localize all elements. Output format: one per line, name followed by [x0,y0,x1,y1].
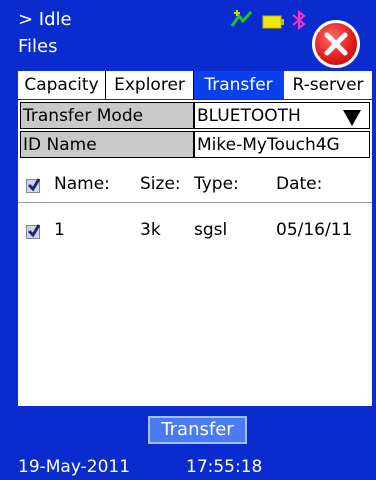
close-button[interactable] [312,20,360,68]
file-type: sgsl [194,220,228,240]
header-bar: > Idle Files [0,0,376,68]
file-name: 1 [54,220,65,240]
footer-time: 17:55:18 [186,457,263,477]
dropdown-arrow-icon[interactable] [343,110,361,126]
battery-icon [262,14,284,33]
transfer-mode-select[interactable]: BLUETOOTH [194,102,370,129]
status-text: > Idle [18,9,72,30]
close-icon [324,32,348,56]
header-date: Date: [276,174,323,194]
tab-explorer[interactable]: Explorer [106,71,194,99]
header-name: Name: [54,174,110,194]
transfer-mode-value: BLUETOOTH [197,106,301,126]
header-type: Type: [194,174,239,194]
tab-transfer[interactable]: Transfer [194,71,284,99]
select-all-checkbox[interactable] [26,178,41,193]
status-bar: 19-May-2011 17:55:18 [18,454,372,480]
transfer-mode-label: Transfer Mode [20,102,194,129]
header-divider [18,202,372,203]
signal-icon [230,10,254,32]
row-checkbox[interactable] [26,224,41,239]
id-name-label: ID Name [20,131,194,158]
file-size: 3k [140,220,161,240]
id-name-field[interactable]: Mike-MyTouch4G [194,131,370,158]
bluetooth-icon [290,9,308,34]
tab-bar: Capacity Explorer Transfer R-server [18,71,372,99]
checkmark-icon [27,178,41,192]
transfer-panel: Transfer Mode BLUETOOTH ID Name Mike-MyT… [18,100,372,406]
action-bar: Transfer [18,406,372,454]
page-title: Files [18,36,58,57]
file-date: 05/16/11 [276,220,353,240]
header-size: Size: [140,174,181,194]
tab-capacity[interactable]: Capacity [18,71,106,99]
checkmark-icon [27,224,41,238]
footer-date: 19-May-2011 [18,457,131,477]
tab-r-server[interactable]: R-server [284,71,372,99]
transfer-button[interactable]: Transfer [148,416,247,444]
